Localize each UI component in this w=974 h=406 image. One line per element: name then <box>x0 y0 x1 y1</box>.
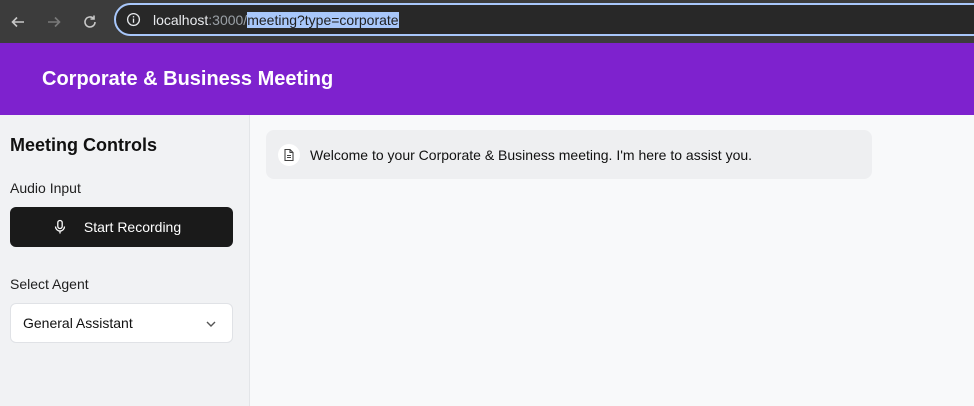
app-header: Corporate & Business Meeting <box>0 43 974 115</box>
reload-icon <box>84 15 96 28</box>
document-icon <box>278 143 300 166</box>
start-recording-label: Start Recording <box>83 219 182 235</box>
browser-toolbar: localhost:3000/meeting?type=corporate <box>0 0 974 43</box>
meeting-controls-sidebar: Meeting Controls Audio Input Start Recor… <box>0 115 250 406</box>
url-text: localhost:3000/meeting?type=corporate <box>153 11 399 28</box>
forward-button[interactable] <box>36 4 72 40</box>
address-bar[interactable]: localhost:3000/meeting?type=corporate <box>114 3 974 36</box>
start-recording-button[interactable]: Start Recording <box>10 207 233 247</box>
chevron-down-icon <box>204 317 218 331</box>
reload-button[interactable] <box>72 4 108 40</box>
back-button[interactable] <box>0 4 36 40</box>
site-info-icon[interactable] <box>124 11 142 29</box>
chat-area: Welcome to your Corporate & Business mee… <box>251 115 974 406</box>
select-agent-label: Select Agent <box>10 276 89 292</box>
url-host: localhost <box>153 11 209 28</box>
arrow-left-icon <box>11 16 24 27</box>
sidebar-title: Meeting Controls <box>10 135 157 155</box>
chat-message-text: Welcome to your Corporate & Business mee… <box>310 146 753 163</box>
page-title: Corporate & Business Meeting <box>42 67 334 90</box>
chat-message: Welcome to your Corporate & Business mee… <box>266 130 872 179</box>
arrow-right-icon <box>48 16 61 27</box>
url-path-selected: meeting?type=corporate <box>247 11 399 28</box>
agent-select[interactable]: General Assistant <box>10 303 233 343</box>
url-port: :3000/ <box>208 11 248 28</box>
agent-select-value: General Assistant <box>23 315 133 331</box>
microphone-icon <box>52 219 68 235</box>
audio-input-label: Audio Input <box>10 180 81 196</box>
